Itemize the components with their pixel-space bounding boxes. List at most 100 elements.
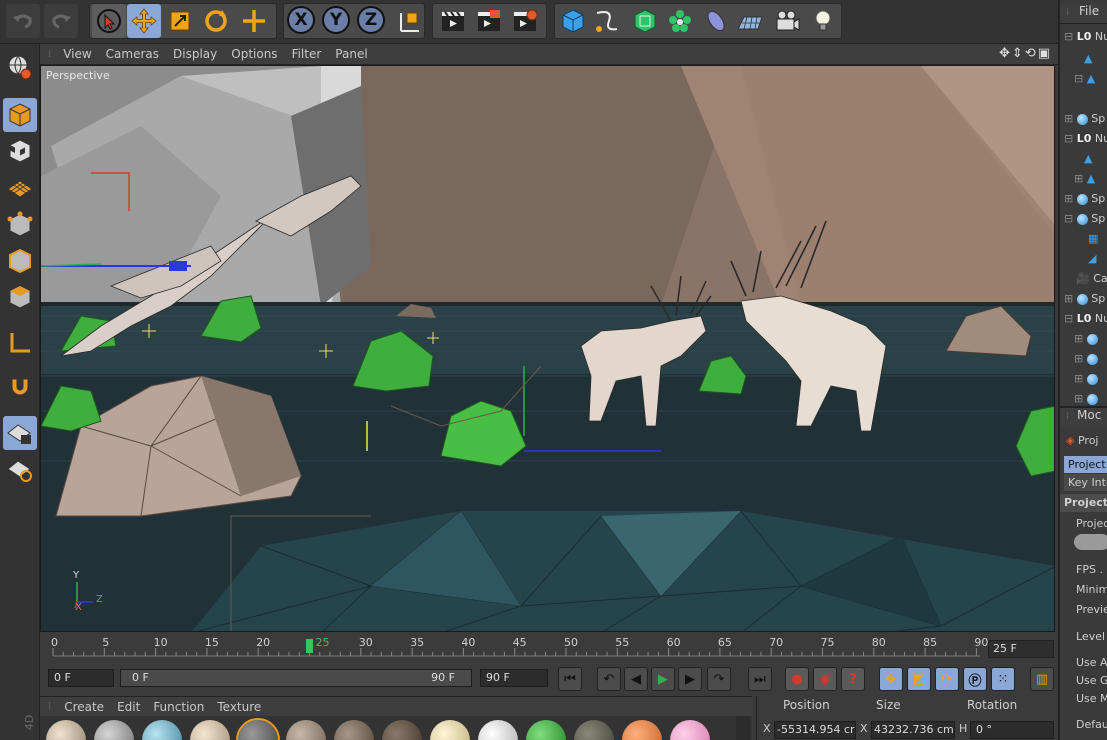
render-picture-viewer-button[interactable] bbox=[472, 4, 506, 38]
menu-panel[interactable]: Panel bbox=[335, 47, 367, 61]
z-axis-button[interactable]: Z bbox=[357, 6, 385, 34]
object-row[interactable]: ⊞ Sp bbox=[1064, 292, 1107, 312]
object-row[interactable]: ◢ bbox=[1088, 252, 1107, 272]
material-swatch[interactable] bbox=[334, 720, 374, 740]
object-row[interactable]: ⊟ L0 Nu bbox=[1064, 312, 1107, 332]
move-tool-button[interactable] bbox=[127, 4, 161, 38]
axis-mode-button[interactable] bbox=[3, 326, 37, 360]
material-swatch[interactable] bbox=[382, 720, 422, 740]
material-swatch[interactable] bbox=[622, 720, 662, 740]
material-swatch[interactable] bbox=[94, 720, 134, 740]
object-row[interactable]: 🎥 Ca bbox=[1076, 272, 1107, 292]
floor-object-button[interactable] bbox=[733, 4, 767, 38]
next-key-button[interactable]: ↷ bbox=[707, 667, 731, 691]
selection-tool-button[interactable] bbox=[92, 4, 126, 38]
fps-field[interactable]: 25 F bbox=[988, 640, 1054, 658]
rotate-tool-button[interactable] bbox=[199, 4, 233, 38]
render-settings-button[interactable] bbox=[508, 4, 542, 38]
autokey-button[interactable]: ◉ bbox=[813, 667, 837, 691]
object-row[interactable]: ⊟ Sp bbox=[1064, 212, 1107, 232]
object-row[interactable]: ⊟ L0 Nu bbox=[1064, 132, 1107, 152]
key-parameter-button[interactable]: Ⓟ bbox=[963, 667, 987, 691]
project-scale-field[interactable] bbox=[1074, 534, 1107, 550]
material-menu-create[interactable]: Create bbox=[64, 700, 104, 714]
object-row[interactable]: ⊟ L0 Nu bbox=[1064, 30, 1107, 50]
step-back-button[interactable]: ◀ bbox=[624, 667, 648, 691]
material-swatch-selected[interactable] bbox=[236, 718, 280, 740]
tab-project[interactable]: Project bbox=[1064, 456, 1107, 473]
object-row[interactable]: ▲ bbox=[1084, 52, 1107, 72]
workplane-mode-button[interactable] bbox=[3, 170, 37, 204]
material-swatch[interactable] bbox=[142, 720, 182, 740]
object-row[interactable]: ⊞ bbox=[1074, 372, 1107, 392]
menu-file[interactable]: File bbox=[1079, 4, 1099, 18]
timeline-window-button[interactable]: ▥ bbox=[1030, 667, 1054, 691]
transform-tool-button[interactable] bbox=[237, 4, 271, 38]
size-x-field[interactable]: 43232.736 cm bbox=[871, 721, 955, 739]
key-pla-button[interactable]: ⁙ bbox=[991, 667, 1015, 691]
scene-render[interactable] bbox=[41, 66, 1055, 632]
y-axis-button[interactable]: Y bbox=[322, 6, 350, 34]
light-object-button[interactable] bbox=[806, 4, 840, 38]
position-x-field[interactable]: -55314.954 cr bbox=[774, 721, 856, 739]
material-swatch[interactable] bbox=[190, 720, 230, 740]
end-frame-field[interactable]: 90 F bbox=[480, 669, 548, 687]
material-swatch[interactable] bbox=[526, 720, 566, 740]
current-frame-field[interactable]: 0 F bbox=[48, 669, 114, 687]
key-position-button[interactable]: ✥ bbox=[879, 667, 903, 691]
record-active-button[interactable]: ● bbox=[785, 667, 809, 691]
rotation-h-field[interactable]: 0 ° bbox=[970, 721, 1054, 739]
object-row[interactable]: ⊞ Sp bbox=[1064, 112, 1107, 132]
cloner-button[interactable] bbox=[663, 4, 697, 38]
object-row[interactable]: ⊞ Sp bbox=[1064, 192, 1107, 212]
render-view-button[interactable] bbox=[436, 4, 470, 38]
workplane-lock-button[interactable] bbox=[3, 416, 37, 450]
undo-button[interactable] bbox=[6, 4, 40, 38]
cube-object-button[interactable] bbox=[556, 4, 590, 38]
subdivision-surface-button[interactable] bbox=[628, 4, 662, 38]
make-editable-button[interactable] bbox=[3, 50, 37, 84]
polygons-mode-button[interactable] bbox=[3, 280, 37, 314]
timeline-ruler[interactable]: 0 5 10 15 20 25 30 35 40 45 50 55 60 65 70 75 80 85 90 bbox=[40, 634, 1058, 664]
previous-key-button[interactable]: ↶ bbox=[597, 667, 621, 691]
play-button[interactable]: ▶ bbox=[651, 667, 675, 691]
material-scrollbar[interactable] bbox=[736, 716, 750, 740]
camera-object-button[interactable] bbox=[770, 4, 804, 38]
texture-mode-button[interactable] bbox=[3, 134, 37, 168]
object-row[interactable]: ⊞ ▲ bbox=[1074, 172, 1107, 192]
keyframe-selection-button[interactable]: ? bbox=[841, 667, 865, 691]
material-swatch[interactable] bbox=[286, 720, 326, 740]
menu-filter[interactable]: Filter bbox=[292, 47, 322, 61]
mode-menu[interactable]: Moc bbox=[1077, 408, 1101, 422]
material-menu-texture[interactable]: Texture bbox=[217, 700, 261, 714]
object-row[interactable]: ⊟ ▲ bbox=[1074, 72, 1107, 92]
tab-key-interpolation[interactable]: Key Inte bbox=[1064, 474, 1107, 491]
material-menu-edit[interactable]: Edit bbox=[117, 700, 140, 714]
workplane-align-button[interactable] bbox=[3, 452, 37, 486]
menu-view[interactable]: View bbox=[63, 47, 91, 61]
scale-tool-button[interactable] bbox=[163, 4, 197, 38]
material-swatch[interactable] bbox=[478, 720, 518, 740]
object-row[interactable]: ⊞ bbox=[1074, 332, 1107, 352]
spline-pen-button[interactable] bbox=[590, 4, 624, 38]
model-mode-button[interactable] bbox=[3, 98, 37, 132]
points-mode-button[interactable] bbox=[3, 208, 37, 242]
viewport-nav-icons[interactable]: ✥⇕⟲▣ bbox=[999, 46, 1052, 61]
x-axis-button[interactable]: X bbox=[287, 6, 315, 34]
key-rotation-button[interactable]: ⟳ bbox=[935, 667, 959, 691]
menu-display[interactable]: Display bbox=[173, 47, 217, 61]
redo-button[interactable] bbox=[44, 4, 78, 38]
menu-options[interactable]: Options bbox=[231, 47, 277, 61]
object-row[interactable]: ⊞ bbox=[1074, 352, 1107, 372]
key-scale-button[interactable]: ◩ bbox=[907, 667, 931, 691]
3d-viewport[interactable]: Perspective Y Z X bbox=[40, 65, 1055, 632]
snapping-button[interactable] bbox=[3, 370, 37, 404]
frame-range-slider[interactable]: 0 F 90 F bbox=[120, 669, 472, 687]
object-row[interactable]: ▲ bbox=[1084, 152, 1107, 172]
go-to-start-button[interactable]: ⏮ bbox=[558, 667, 582, 691]
deformer-button[interactable] bbox=[699, 4, 733, 38]
material-menu-function[interactable]: Function bbox=[153, 700, 204, 714]
material-swatch[interactable] bbox=[670, 720, 710, 740]
edges-mode-button[interactable] bbox=[3, 244, 37, 278]
material-swatch[interactable] bbox=[430, 720, 470, 740]
